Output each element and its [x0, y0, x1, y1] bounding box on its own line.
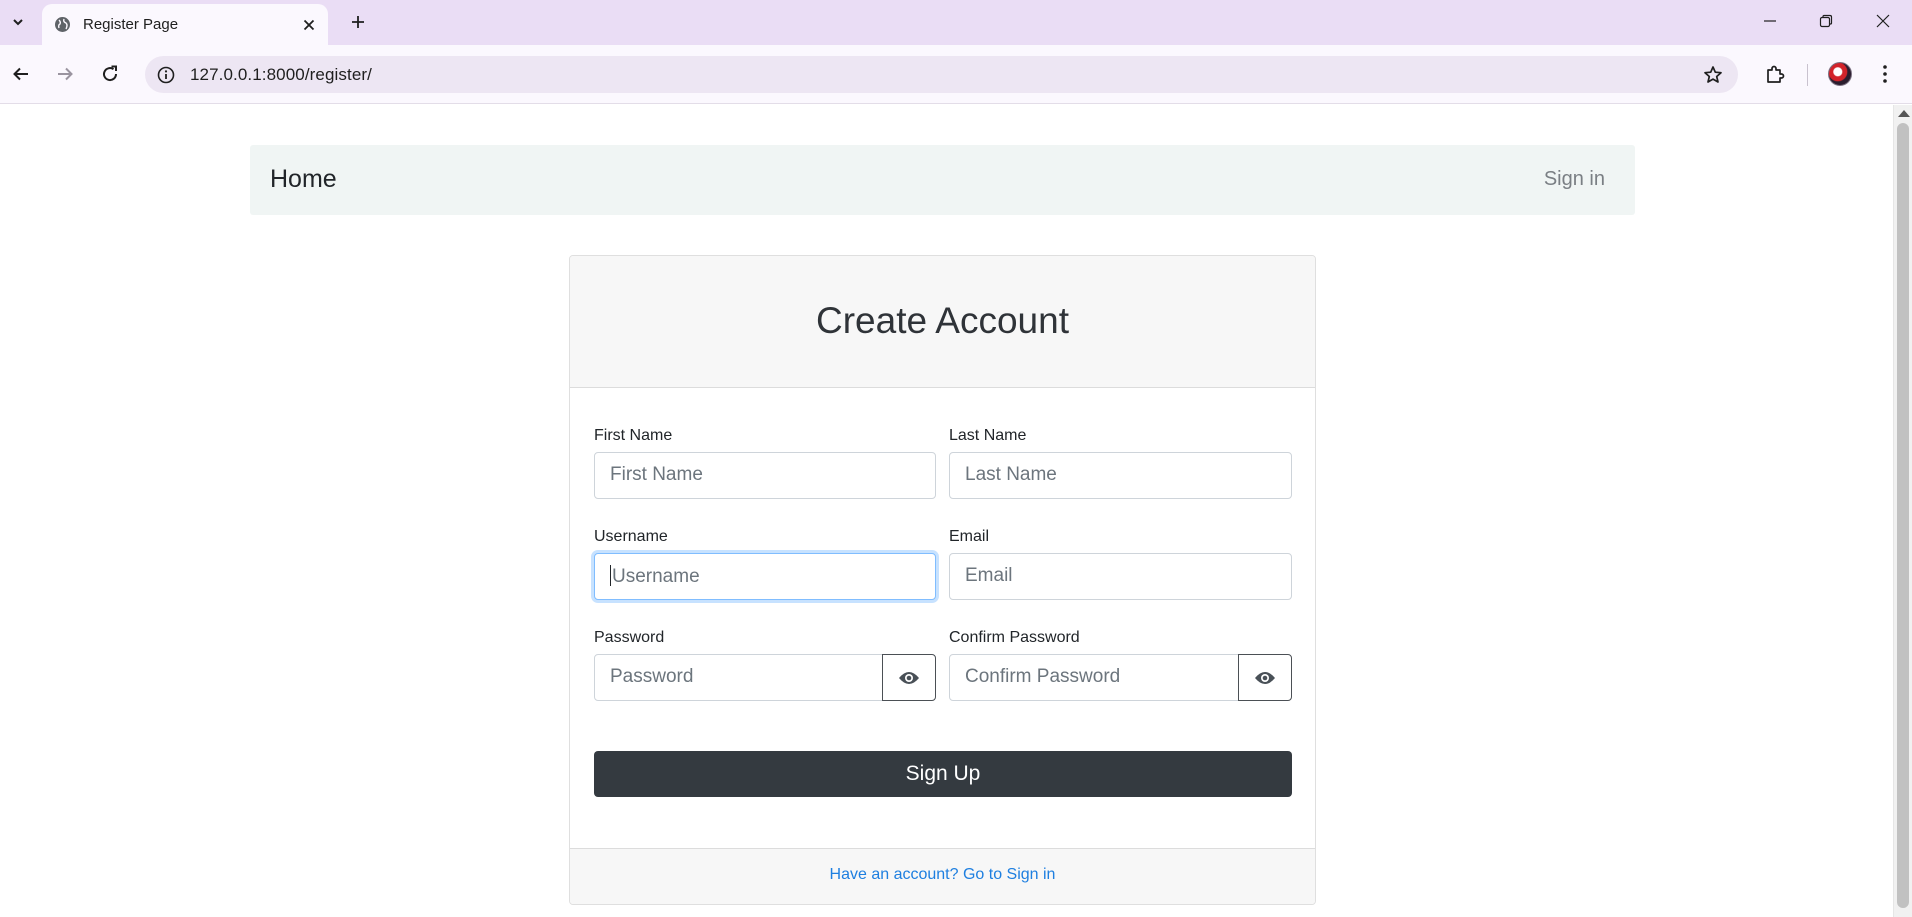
email-field[interactable]: Email: [949, 553, 1292, 600]
globe-icon: [55, 17, 70, 32]
tab-title: Register Page: [83, 16, 179, 33]
site-navbar: Home Sign in: [250, 145, 1635, 215]
first-name-field[interactable]: First Name: [594, 452, 936, 499]
page-viewport: Home Sign in Create Account First Name F…: [0, 105, 1893, 917]
sign-up-button[interactable]: Sign Up: [594, 751, 1292, 797]
puzzle-icon: [1767, 65, 1785, 83]
navbar-home-link[interactable]: Home: [270, 165, 337, 194]
username-field[interactable]: Username: [594, 553, 936, 600]
more-vertical-icon: [1883, 65, 1887, 83]
scrollbar-thumb[interactable]: [1897, 123, 1909, 908]
navbar-signin-link[interactable]: Sign in: [1544, 168, 1605, 191]
text-caret: [610, 565, 611, 586]
tab-close-button[interactable]: [298, 14, 320, 36]
email-placeholder: Email: [965, 565, 1013, 586]
forward-button[interactable]: [48, 57, 82, 91]
minimize-icon: [1764, 20, 1776, 22]
password-placeholder: Password: [610, 666, 694, 687]
tab-search-button[interactable]: [4, 8, 32, 36]
password-label: Password: [594, 629, 665, 646]
back-button[interactable]: [4, 57, 38, 91]
last-name-field[interactable]: Last Name: [949, 452, 1292, 499]
site-info-icon[interactable]: [153, 62, 179, 88]
card-header: Create Account: [570, 256, 1315, 388]
first-name-label: First Name: [594, 427, 673, 444]
username-placeholder: Username: [612, 566, 700, 587]
page-scrollbar[interactable]: [1893, 105, 1912, 917]
browser-tab-active[interactable]: Register Page: [42, 4, 328, 45]
toolbar-divider: [1807, 64, 1808, 86]
go-to-signin-link[interactable]: Have an account? Go to Sign in: [570, 866, 1315, 884]
toggle-password-button[interactable]: [882, 654, 936, 701]
scroll-up-arrow-icon[interactable]: [1898, 110, 1910, 117]
profile-button[interactable]: [1823, 57, 1857, 91]
address-bar[interactable]: 127.0.0.1:8000/register/: [145, 56, 1738, 93]
register-card: Create Account First Name First Name Las…: [569, 255, 1316, 905]
page-title: Create Account: [816, 300, 1069, 341]
username-label: Username: [594, 528, 668, 545]
chevron-down-icon: [13, 19, 23, 26]
confirm-password-placeholder: Confirm Password: [965, 666, 1121, 687]
close-icon: [303, 19, 315, 31]
first-name-placeholder: First Name: [610, 464, 703, 485]
browser-toolbar: 127.0.0.1:8000/register/: [0, 45, 1912, 104]
close-icon: [1876, 14, 1890, 28]
toggle-confirm-password-button[interactable]: [1238, 654, 1292, 701]
restore-icon: [1819, 14, 1833, 28]
reload-button[interactable]: [93, 57, 127, 91]
browser-menu-button[interactable]: [1868, 57, 1902, 91]
url-text: 127.0.0.1:8000/register/: [190, 65, 372, 84]
restore-button[interactable]: [1797, 0, 1855, 42]
browser-tab-strip: Register Page: [0, 0, 1912, 45]
reload-icon: [103, 65, 118, 82]
minimize-button[interactable]: [1741, 0, 1799, 42]
email-label: Email: [949, 528, 990, 545]
password-field[interactable]: Password: [594, 654, 883, 701]
plus-icon: [352, 16, 364, 28]
last-name-placeholder: Last Name: [965, 464, 1057, 485]
new-tab-button[interactable]: [344, 8, 372, 36]
arrow-left-icon: [13, 67, 28, 81]
close-window-button[interactable]: [1854, 0, 1912, 42]
bookmark-star-icon[interactable]: [1700, 62, 1726, 88]
card-footer: Have an account? Go to Sign in: [570, 848, 1315, 904]
arrow-right-icon: [58, 67, 73, 81]
avatar: [1828, 62, 1852, 86]
eye-icon: [899, 671, 919, 684]
confirm-password-label: Confirm Password: [949, 629, 1080, 646]
extensions-button[interactable]: [1758, 57, 1792, 91]
eye-icon: [1255, 671, 1275, 684]
last-name-label: Last Name: [949, 427, 1027, 444]
confirm-password-field[interactable]: Confirm Password: [949, 654, 1239, 701]
